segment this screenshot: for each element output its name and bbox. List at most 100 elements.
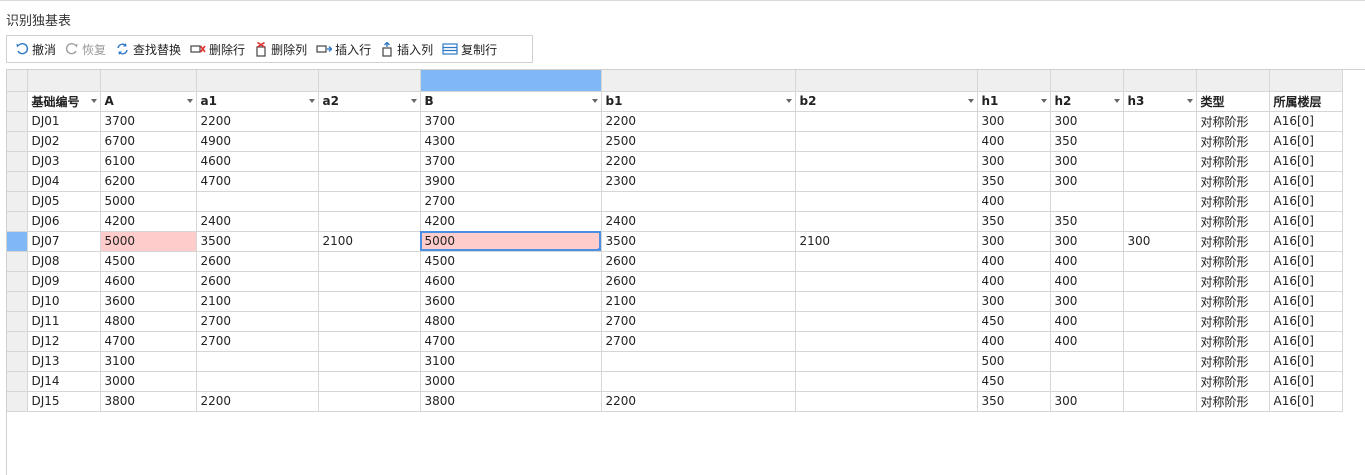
table-cell[interactable]: [318, 371, 421, 392]
table-cell[interactable]: 4300: [420, 131, 602, 152]
column-header[interactable]: a1: [196, 91, 319, 112]
copy-row-button[interactable]: 复制行: [438, 38, 501, 60]
table-cell[interactable]: 对称阶形: [1196, 131, 1270, 152]
column-selector[interactable]: [100, 70, 197, 92]
table-cell[interactable]: [795, 391, 978, 412]
table-cell[interactable]: 对称阶形: [1196, 351, 1270, 372]
table-row[interactable]: DJ12 4700 2700 4700 2700 400 400 对称阶形 A16[0]: [7, 331, 1343, 352]
row-header[interactable]: [7, 111, 28, 132]
table-cell[interactable]: [318, 311, 421, 332]
table-cell[interactable]: 4600: [100, 271, 197, 292]
table-cell[interactable]: A16[0]: [1269, 351, 1343, 372]
table-cell[interactable]: DJ13: [27, 351, 101, 372]
table-cell[interactable]: A16[0]: [1269, 131, 1343, 152]
table-row[interactable]: DJ10 3600 2100 3600 2100 300 300 对称阶形 A16[0]: [7, 291, 1343, 312]
table-cell[interactable]: [1123, 371, 1197, 392]
table-cell[interactable]: 对称阶形: [1196, 171, 1270, 192]
table-cell[interactable]: [795, 291, 978, 312]
table-cell[interactable]: 500: [977, 351, 1051, 372]
table-cell[interactable]: 450: [977, 371, 1051, 392]
table-cell[interactable]: 5000: [100, 231, 197, 252]
table-cell[interactable]: 300: [1050, 171, 1124, 192]
row-header[interactable]: [7, 171, 28, 192]
table-cell[interactable]: 对称阶形: [1196, 271, 1270, 292]
table-cell[interactable]: 2400: [601, 211, 796, 232]
table-cell[interactable]: 对称阶形: [1196, 251, 1270, 272]
table-cell[interactable]: A16[0]: [1269, 171, 1343, 192]
table-cell[interactable]: 4500: [100, 251, 197, 272]
column-selector[interactable]: [977, 70, 1051, 92]
table-cell[interactable]: 3500: [601, 231, 796, 252]
table-cell[interactable]: 5000: [100, 191, 197, 212]
dropdown-arrow-icon[interactable]: [1040, 98, 1047, 103]
column-selector[interactable]: [1269, 70, 1343, 92]
table-cell[interactable]: 400: [977, 251, 1051, 272]
column-header[interactable]: b2: [795, 91, 978, 112]
column-header[interactable]: 类型: [1196, 91, 1270, 112]
table-cell[interactable]: A16[0]: [1269, 311, 1343, 332]
table-cell[interactable]: DJ11: [27, 311, 101, 332]
column-selector[interactable]: [795, 70, 978, 92]
table-cell[interactable]: 4600: [196, 151, 319, 172]
column-selector-selected[interactable]: [420, 70, 602, 92]
table-cell[interactable]: 3000: [420, 371, 602, 392]
table-cell[interactable]: [601, 371, 796, 392]
table-cell[interactable]: 3600: [100, 291, 197, 312]
table-row[interactable]: DJ04 6200 4700 3900 2300 350 300 对称阶形 A16[0]: [7, 171, 1343, 192]
table-cell[interactable]: DJ09: [27, 271, 101, 292]
table-cell[interactable]: 对称阶形: [1196, 391, 1270, 412]
row-header[interactable]: [7, 311, 28, 332]
table-cell[interactable]: 6100: [100, 151, 197, 172]
table-cell[interactable]: A16[0]: [1269, 231, 1343, 252]
dropdown-arrow-icon[interactable]: [410, 98, 417, 103]
table-cell[interactable]: 对称阶形: [1196, 311, 1270, 332]
table-cell[interactable]: 2700: [601, 331, 796, 352]
table-cell[interactable]: [318, 291, 421, 312]
table-cell[interactable]: 2700: [420, 191, 602, 212]
table-cell[interactable]: 2100: [318, 231, 421, 252]
table-cell[interactable]: [318, 191, 421, 212]
column-selector[interactable]: [318, 70, 421, 92]
table-cell[interactable]: 2200: [601, 111, 796, 132]
row-header[interactable]: [7, 351, 28, 372]
table-cell[interactable]: [1123, 291, 1197, 312]
table-cell[interactable]: 3700: [100, 111, 197, 132]
column-header[interactable]: a2: [318, 91, 421, 112]
table-cell[interactable]: 2200: [601, 391, 796, 412]
table-cell[interactable]: [795, 371, 978, 392]
table-cell[interactable]: DJ10: [27, 291, 101, 312]
table-cell[interactable]: [1123, 131, 1197, 152]
table-cell[interactable]: 300: [977, 151, 1051, 172]
table-cell[interactable]: 4200: [100, 211, 197, 232]
row-header[interactable]: [7, 271, 28, 292]
table-cell[interactable]: [1123, 391, 1197, 412]
table-cell[interactable]: 400: [977, 191, 1051, 212]
table-cell[interactable]: 6700: [100, 131, 197, 152]
table-cell[interactable]: [1123, 211, 1197, 232]
table-cell[interactable]: 2600: [196, 251, 319, 272]
insert-row-button[interactable]: 插入行: [312, 38, 375, 60]
table-cell[interactable]: [795, 111, 978, 132]
table-cell[interactable]: 2600: [601, 251, 796, 272]
table-cell[interactable]: 2100: [795, 231, 978, 252]
table-cell[interactable]: 2700: [601, 311, 796, 332]
table-cell[interactable]: [318, 151, 421, 172]
table-cell[interactable]: [795, 131, 978, 152]
table-cell[interactable]: [1123, 311, 1197, 332]
row-header[interactable]: [7, 191, 28, 212]
table-cell[interactable]: 350: [1050, 211, 1124, 232]
column-selector[interactable]: [1123, 70, 1197, 92]
table-cell[interactable]: 300: [1123, 231, 1197, 252]
table-cell[interactable]: [1123, 191, 1197, 212]
table-row[interactable]: DJ13 3100 3100 500 对称阶形 A16[0]: [7, 351, 1343, 372]
column-selector[interactable]: [196, 70, 319, 92]
dropdown-arrow-icon[interactable]: [186, 98, 193, 103]
table-cell[interactable]: [1123, 151, 1197, 172]
table-cell[interactable]: DJ03: [27, 151, 101, 172]
column-selector[interactable]: [1050, 70, 1124, 92]
table-cell[interactable]: [318, 171, 421, 192]
table-cell[interactable]: 3100: [420, 351, 602, 372]
table-cell[interactable]: 4200: [420, 211, 602, 232]
table-cell[interactable]: 2400: [196, 211, 319, 232]
row-header[interactable]: [7, 211, 28, 232]
